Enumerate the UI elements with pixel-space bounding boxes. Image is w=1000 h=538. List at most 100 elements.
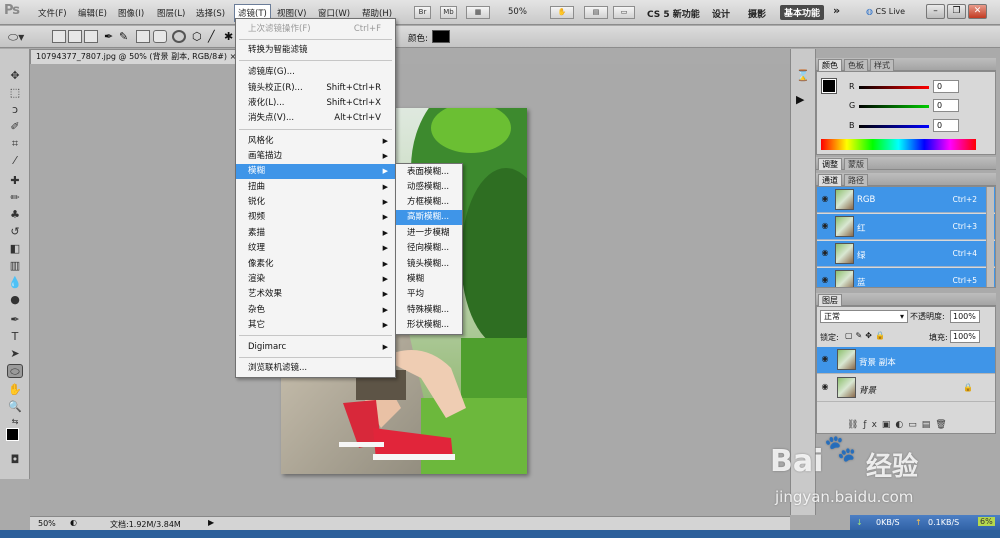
- visibility-eye-icon[interactable]: ◉: [820, 382, 830, 392]
- status-menu-arrow-icon[interactable]: ▶: [208, 518, 214, 527]
- submenu-blur-more[interactable]: 进一步模糊: [396, 226, 462, 241]
- rounded-rectangle-icon[interactable]: [153, 30, 167, 43]
- layer-row-background[interactable]: ◉ 背景 🔒: [817, 375, 995, 402]
- actions-panel-icon[interactable]: ▶: [796, 93, 804, 106]
- status-zoom[interactable]: 50%: [38, 519, 56, 528]
- path-selection-tool-icon[interactable]: ➤: [7, 347, 23, 361]
- document-tab[interactable]: 10794377_7807.jpg @ 50% (背景 副本, RGB/8#) …: [30, 49, 252, 64]
- clone-stamp-tool-icon[interactable]: ♣: [7, 208, 23, 222]
- g-slider[interactable]: [859, 105, 929, 108]
- polygon-icon[interactable]: ⬡: [192, 30, 206, 43]
- submenu-blur[interactable]: 模糊: [396, 272, 462, 287]
- tab-styles[interactable]: 样式: [870, 59, 894, 71]
- foreground-color-box[interactable]: [821, 78, 837, 94]
- b-slider[interactable]: [859, 125, 929, 128]
- zoom-level[interactable]: 50%: [508, 7, 527, 17]
- quick-mask-icon[interactable]: ◘: [7, 453, 23, 467]
- minimize-button[interactable]: –: [926, 4, 945, 19]
- line-icon[interactable]: ╱: [208, 30, 222, 43]
- menu-item-pixelate[interactable]: 像素化 ▶: [236, 257, 395, 272]
- lock-options-icon[interactable]: ▢✎✥🔒: [845, 331, 888, 340]
- close-button[interactable]: ✕: [968, 4, 987, 19]
- r-value-field[interactable]: 0: [933, 80, 959, 93]
- menu-item-noise[interactable]: 杂色 ▶: [236, 303, 395, 318]
- menu-item-filter-gallery[interactable]: 滤镜库(G)...: [236, 65, 395, 80]
- submenu-radial-blur[interactable]: 径向模糊...: [396, 241, 462, 256]
- channel-row-blue[interactable]: ◉ 蓝 Ctrl+5: [817, 268, 995, 287]
- menu-image[interactable]: 图像(I): [118, 7, 144, 19]
- menu-item-artistic[interactable]: 艺术效果 ▶: [236, 287, 395, 302]
- layer-actions-bar[interactable]: ⛓ƒx▣◐▭▤🗑: [847, 420, 952, 430]
- menu-layer[interactable]: 图层(L): [157, 7, 185, 19]
- r-slider[interactable]: [859, 86, 929, 89]
- tab-paths[interactable]: 路径: [844, 174, 868, 186]
- menu-item-browse-filters-online[interactable]: 浏览联机滤镜...: [236, 361, 395, 376]
- g-value-field[interactable]: 0: [933, 99, 959, 112]
- tab-layers[interactable]: 图层: [818, 294, 842, 306]
- b-value-field[interactable]: 0: [933, 119, 959, 132]
- lasso-tool-icon[interactable]: ↄ: [7, 103, 23, 117]
- menu-item-brush-strokes[interactable]: 画笔描边 ▶: [236, 149, 395, 164]
- view-extras-button[interactable]: ▦: [466, 6, 490, 19]
- menu-item-texture[interactable]: 纹理 ▶: [236, 241, 395, 256]
- visibility-eye-icon[interactable]: ◉: [820, 275, 830, 285]
- ellipse-tool-icon[interactable]: ⬭: [7, 364, 23, 378]
- menu-edit[interactable]: 编辑(E): [78, 7, 107, 19]
- menu-item-blur[interactable]: 模糊 ▶: [236, 164, 395, 179]
- color-spectrum-bar[interactable]: [821, 139, 976, 150]
- channel-row-red[interactable]: ◉ 红 Ctrl+3: [817, 214, 995, 240]
- tab-channels[interactable]: 通道: [818, 174, 842, 186]
- workspace-design[interactable]: 设计: [712, 7, 730, 20]
- ellipse-shape-icon[interactable]: [172, 30, 186, 43]
- gradient-tool-icon[interactable]: ▥: [7, 259, 23, 273]
- submenu-average[interactable]: 平均: [396, 287, 462, 302]
- dodge-tool-icon[interactable]: ●: [7, 293, 23, 307]
- tab-adjustments[interactable]: 调整: [818, 158, 842, 170]
- tab-color[interactable]: 颜色: [818, 59, 842, 71]
- tab-swatches[interactable]: 色板: [844, 59, 868, 71]
- submenu-gaussian-blur[interactable]: 高斯模糊...: [396, 210, 462, 225]
- menu-item-digimarc[interactable]: Digimarc ▶: [236, 340, 395, 355]
- swap-colors-icon[interactable]: ⇆: [7, 415, 23, 429]
- shape-layers-icon[interactable]: [52, 30, 66, 43]
- quick-select-tool-icon[interactable]: ✐: [7, 120, 23, 134]
- menu-file[interactable]: 文件(F): [38, 7, 67, 19]
- channels-scrollbar[interactable]: [986, 187, 994, 287]
- submenu-smart-blur[interactable]: 特殊模糊...: [396, 303, 462, 318]
- menu-item-video[interactable]: 视频 ▶: [236, 210, 395, 225]
- hand-tool-icon[interactable]: ✋: [7, 383, 23, 397]
- eraser-tool-icon[interactable]: ◧: [7, 242, 23, 256]
- menu-item-other[interactable]: 其它 ▶: [236, 318, 395, 333]
- submenu-motion-blur[interactable]: 动感模糊...: [396, 180, 462, 195]
- submenu-surface-blur[interactable]: 表面模糊...: [396, 165, 462, 180]
- visibility-eye-icon[interactable]: ◉: [820, 221, 830, 231]
- history-panel-icon[interactable]: ⌛: [796, 69, 810, 82]
- history-brush-tool-icon[interactable]: ↺: [7, 225, 23, 239]
- restore-button[interactable]: ❐: [947, 4, 966, 19]
- healing-brush-tool-icon[interactable]: ✚: [7, 174, 23, 188]
- mini-bridge-button[interactable]: Mb: [440, 6, 457, 19]
- blend-mode-select[interactable]: 正常 ▾: [820, 310, 908, 323]
- paths-icon[interactable]: [68, 30, 82, 43]
- fill-pixels-icon[interactable]: [84, 30, 98, 43]
- arrange-documents-button[interactable]: ▤: [584, 6, 608, 19]
- bridge-button[interactable]: Br: [414, 6, 431, 19]
- cs-live-button[interactable]: ◍ CS Live: [866, 7, 905, 16]
- menu-item-convert-smart-filters[interactable]: 转换为智能滤镜: [236, 43, 395, 58]
- workspace-essentials[interactable]: 基本功能: [780, 5, 825, 20]
- menu-item-sketch[interactable]: 素描 ▶: [236, 226, 395, 241]
- layer-row-background-copy[interactable]: ◉ 背景 副本: [817, 347, 995, 374]
- channel-row-rgb[interactable]: ◉ RGB Ctrl+2: [817, 187, 995, 213]
- tab-masks[interactable]: 蒙版: [844, 158, 868, 170]
- channel-row-green[interactable]: ◉ 绿 Ctrl+4: [817, 241, 995, 267]
- move-tool-icon[interactable]: ✥: [7, 69, 23, 83]
- workspace-cs5-new[interactable]: CS 5 新功能: [647, 7, 700, 20]
- visibility-eye-icon[interactable]: ◉: [820, 248, 830, 258]
- rectangle-shape-icon[interactable]: [136, 30, 150, 43]
- workspace-photography[interactable]: 摄影: [748, 7, 766, 20]
- type-tool-icon[interactable]: T: [7, 330, 23, 344]
- menu-item-vanishing-point[interactable]: 消失点(V)... Alt+Ctrl+V: [236, 111, 395, 126]
- status-info-icon[interactable]: ◐: [70, 518, 77, 527]
- menu-item-render[interactable]: 渲染 ▶: [236, 272, 395, 287]
- screen-mode-button[interactable]: ▭: [613, 6, 635, 19]
